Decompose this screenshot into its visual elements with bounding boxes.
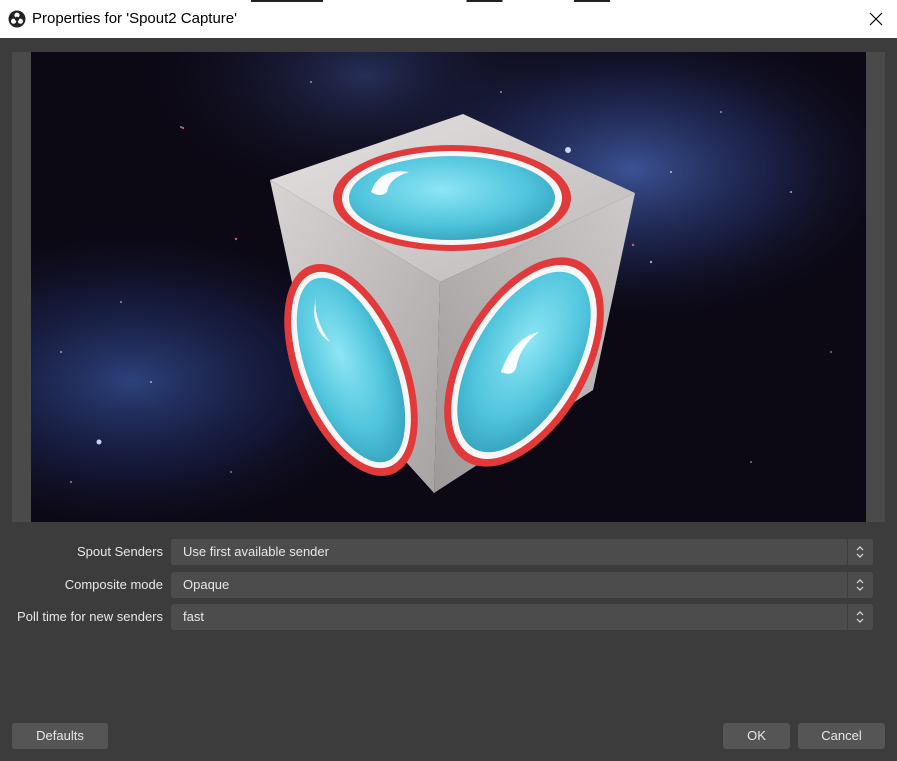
obs-logo-icon	[8, 10, 26, 28]
title-bar: Properties for 'Spout2 Capture'	[0, 0, 897, 38]
defaults-button[interactable]: Defaults	[12, 723, 108, 749]
property-row-poll-time: Poll time for new senders fast	[0, 604, 897, 630]
close-button[interactable]	[855, 0, 897, 38]
composite-mode-select[interactable]: Opaque	[171, 572, 847, 598]
poll-time-dropdown-arrows[interactable]	[848, 604, 873, 630]
poll-time-label: Poll time for new senders	[17, 609, 163, 624]
spout-senders-label: Spout Senders	[76, 544, 163, 559]
up-down-chevron-icon	[856, 579, 864, 591]
desktop-strip	[0, 0, 897, 2]
up-down-chevron-icon	[856, 611, 864, 623]
close-icon	[869, 12, 883, 26]
preview-image	[31, 52, 866, 522]
cancel-button[interactable]: Cancel	[798, 723, 885, 749]
source-preview	[31, 52, 866, 522]
composite-mode-value: Opaque	[183, 577, 230, 592]
poll-time-value: fast	[183, 609, 204, 624]
spout-senders-select[interactable]: Use first available sender	[171, 539, 847, 565]
up-down-chevron-icon	[856, 546, 864, 558]
composite-mode-label: Composite mode	[64, 577, 163, 592]
composite-mode-dropdown-arrows[interactable]	[848, 572, 873, 598]
properties-dialog: Properties for 'Spout2 Capture' Spout Se…	[0, 0, 897, 761]
property-row-spout-senders: Spout Senders Use first available sender	[0, 539, 897, 565]
spout-senders-value: Use first available sender	[183, 544, 329, 559]
property-row-composite-mode: Composite mode Opaque	[0, 572, 897, 598]
window-title: Properties for 'Spout2 Capture'	[32, 10, 238, 27]
ok-button[interactable]: OK	[723, 723, 790, 749]
poll-time-select[interactable]: fast	[171, 604, 847, 630]
spout-senders-dropdown-arrows[interactable]	[848, 539, 873, 565]
